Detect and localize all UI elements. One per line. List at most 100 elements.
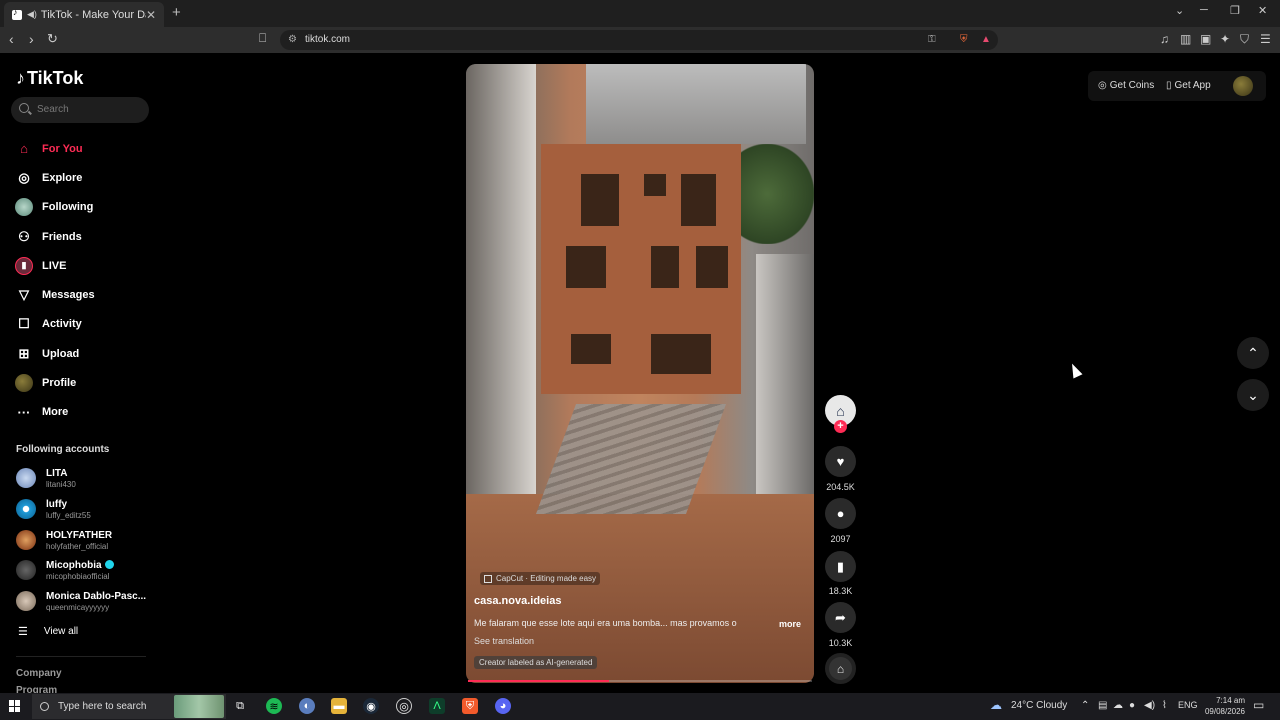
previous-video-button[interactable]: ⌃ (1237, 337, 1269, 369)
avatar (16, 468, 36, 488)
close-tab-icon[interactable]: ✕ (146, 8, 156, 22)
profile-avatar-button[interactable] (1233, 76, 1253, 96)
network-icon[interactable]: ⌇ (1162, 700, 1167, 711)
next-video-button[interactable]: ⌄ (1237, 379, 1269, 411)
music-icon[interactable]: ♫ (1160, 32, 1169, 46)
forward-icon[interactable]: › (29, 31, 34, 47)
bookmark-icon: ▮ (836, 558, 845, 574)
microphone-icon[interactable]: ● (1129, 700, 1135, 711)
phone-icon: ▯ (1166, 80, 1172, 91)
video-author[interactable]: casa.nova.ideias (474, 595, 561, 607)
speaker-icon[interactable]: ◀) (27, 9, 37, 20)
see-translation-link[interactable]: See translation (474, 636, 534, 646)
tray-chevron-up-icon[interactable]: ⌃ (1081, 700, 1089, 711)
get-app-button[interactable]: ▯ Get App (1166, 80, 1211, 91)
capcut-badge[interactable]: CapCut · Editing made easy (480, 572, 601, 585)
windows-start-icon[interactable] (9, 700, 21, 712)
footer-company-link[interactable]: Company (16, 668, 62, 679)
sidebar-item-following[interactable]: Following (15, 193, 155, 222)
tiktok-logo[interactable]: ♪ TikTok (16, 68, 83, 89)
music-disc-icon[interactable]: ⌂ (825, 653, 856, 684)
taskbar-clock[interactable]: 7:14 am 09/08/2026 (1195, 695, 1245, 717)
bookmark-icon[interactable]: ⎕ (259, 31, 266, 46)
like-button[interactable]: ♥ (825, 446, 856, 477)
mouse-cursor-icon (1067, 361, 1083, 379)
video-frame-ground (466, 494, 814, 683)
app-icon[interactable]: ◐ (299, 698, 315, 714)
taskbar-search-input[interactable]: Type here to search (32, 694, 226, 719)
friends-icon: ⚇ (18, 228, 30, 244)
tiktok-logo-icon: ♪ (16, 68, 25, 88)
video-frame-window (644, 174, 666, 196)
discord-icon[interactable]: ◕ (495, 698, 511, 714)
sidebar-item-explore[interactable]: ◎ Explore (15, 163, 155, 192)
browser-toolbar: ‹ › ↻ ⎕ ⚙ tiktok.com ⚿ ⛨ ▲ ♫ ▥ ▣ ✦ ⛉ ☰ (0, 27, 1280, 53)
back-icon[interactable]: ‹ (9, 31, 14, 47)
wallet-icon[interactable]: ▣ (1200, 32, 1211, 46)
restore-icon[interactable]: ❐ (1230, 4, 1240, 17)
avatar (16, 499, 36, 519)
task-view-icon[interactable]: ⧉ (232, 698, 248, 714)
sidebar-icon[interactable]: ▥ (1180, 32, 1191, 46)
weather-cloud-icon[interactable]: ☁ (990, 698, 1002, 712)
account-handle: holyfather_official (46, 542, 109, 551)
reload-icon[interactable]: ↻ (47, 31, 58, 47)
tray-cloud-icon[interactable]: ☁ (1113, 700, 1123, 711)
account-handle: micophobiaofficial (46, 572, 110, 581)
close-window-icon[interactable]: ✕ (1258, 4, 1267, 17)
account-item[interactable]: HOLYFATHER holyfather_official (16, 526, 156, 554)
sidebar-item-friends[interactable]: ⚇ Friends (15, 222, 155, 251)
video-progress-bar[interactable] (468, 680, 812, 682)
account-item[interactable]: Micophobia micophobiaofficial (16, 556, 156, 584)
brave-rewards-icon[interactable]: ▲ (981, 34, 991, 45)
share-button[interactable]: ➦ (825, 602, 856, 633)
sidebar-item-live[interactable]: ▮ LIVE (15, 251, 155, 280)
clock-date: 09/08/2026 (1204, 707, 1245, 716)
save-button[interactable]: ▮ (825, 551, 856, 582)
account-item[interactable]: LITA litani430 (16, 464, 156, 492)
minimize-icon[interactable]: ─ (1200, 4, 1208, 16)
sidebar-item-messages[interactable]: ▽ Messages (15, 280, 155, 309)
file-explorer-icon[interactable]: ▬ (331, 698, 347, 714)
sidebar-item-activity[interactable]: ☐ Activity (15, 310, 155, 339)
sidebar-item-more[interactable]: ··· More (15, 398, 155, 427)
leo-ai-icon[interactable]: ✦ (1220, 32, 1230, 46)
notifications-icon[interactable]: ▭ (1253, 698, 1264, 712)
more-button[interactable]: more (779, 619, 801, 629)
search-input[interactable]: Search (11, 97, 149, 123)
spotify-icon[interactable]: ≋ (266, 698, 282, 714)
follow-plus-icon[interactable]: + (834, 420, 847, 433)
app-icon[interactable]: ◎ (396, 698, 412, 714)
volume-icon[interactable]: ◀) (1144, 700, 1155, 711)
comment-icon: ● (836, 506, 845, 521)
sidebar-item-profile[interactable]: Profile (15, 368, 155, 397)
brave-browser-icon[interactable]: ⛨ (462, 698, 478, 714)
weather-text[interactable]: 24°C Cloudy (1011, 700, 1067, 711)
tab-list-chevron-icon[interactable]: ⌄ (1175, 4, 1184, 17)
account-item[interactable]: Monica Dablo-Pasc... queenmicayyyyyy (16, 587, 156, 615)
video-player[interactable] (466, 64, 814, 683)
video-frame-window (581, 174, 619, 226)
sidebar-item-upload[interactable]: ⊞ Upload (15, 339, 155, 368)
get-coins-button[interactable]: ◎ Get Coins (1098, 80, 1154, 91)
site-info-icon[interactable]: ⚙ (288, 34, 297, 45)
terminal-app-icon[interactable]: Λ (429, 698, 445, 714)
menu-icon[interactable]: ☰ (1260, 32, 1271, 46)
video-frame-window (651, 334, 711, 374)
key-icon[interactable]: ⚿ (928, 34, 936, 45)
account-item[interactable]: luffy luffy_editz55 (16, 495, 156, 523)
address-bar[interactable]: ⚙ tiktok.com ⚿ ⛨ ▲ (280, 30, 998, 50)
steam-icon[interactable]: ◉ (363, 698, 379, 714)
tray-app-icon[interactable]: ▤ (1098, 700, 1107, 711)
capcut-icon (484, 574, 492, 583)
sidebar-divider (16, 656, 146, 657)
view-all-link[interactable]: ☰ View all (18, 625, 78, 638)
sidebar-item-label: Messages (42, 289, 95, 302)
video-frame-window (566, 246, 606, 288)
vpn-icon[interactable]: ⛉ (1240, 32, 1249, 47)
new-tab-icon[interactable]: + (172, 4, 181, 21)
browser-tab[interactable]: ◀) TikTok - Make Your Day ✕ (4, 2, 164, 27)
brave-shield-icon[interactable]: ⛨ (960, 34, 968, 45)
sidebar-item-for-you[interactable]: ⌂ For You (15, 134, 155, 163)
comment-button[interactable]: ● (825, 498, 856, 529)
